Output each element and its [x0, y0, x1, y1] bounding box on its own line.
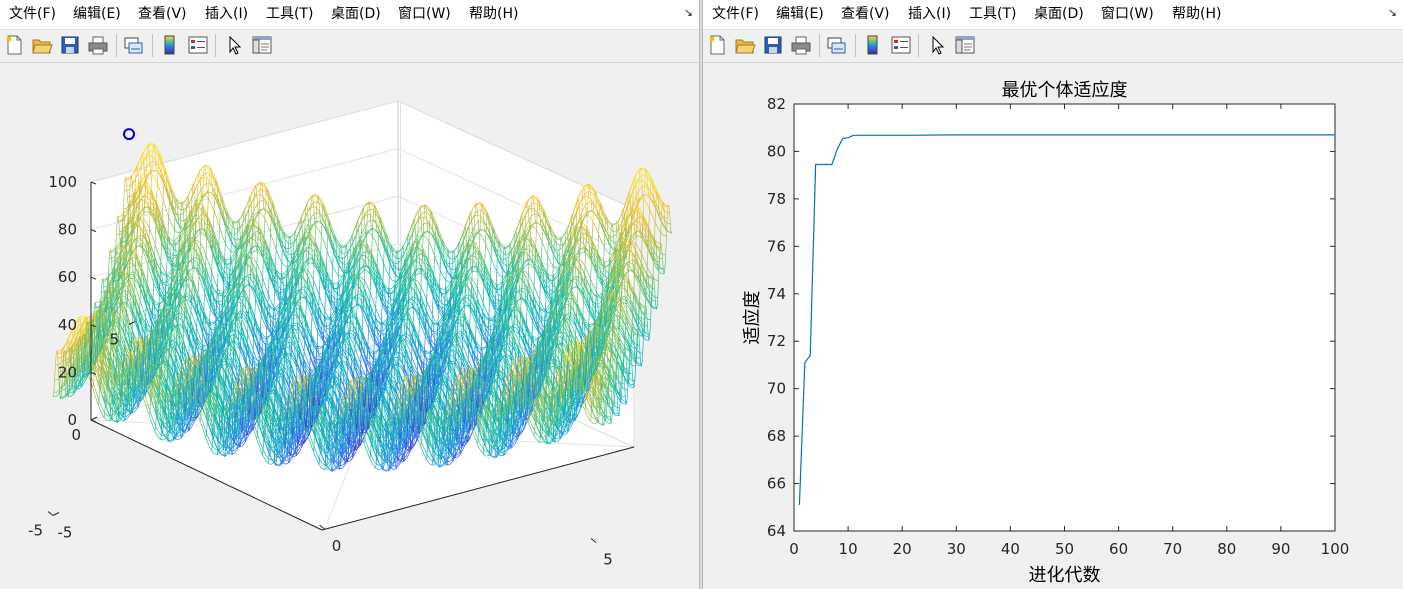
mesh-segment — [639, 187, 642, 190]
mesh-segment — [253, 246, 256, 247]
mesh-segment — [641, 198, 644, 200]
new-figure-icon[interactable] — [3, 34, 25, 56]
mesh-segment — [655, 222, 658, 228]
save-icon[interactable] — [59, 34, 81, 56]
mesh-segment — [150, 156, 153, 157]
mesh-segment — [650, 191, 653, 198]
mesh-segment — [652, 216, 655, 223]
property-editor-icon[interactable] — [251, 34, 273, 56]
mesh-segment — [368, 203, 371, 204]
surface-plot-area: 0 20 40 60 80 100 -5 0 5 -5 0 5 — [0, 63, 699, 589]
mesh-segment — [638, 198, 641, 199]
mesh-segment — [650, 209, 653, 216]
mesh-segment — [153, 162, 156, 163]
menu-window[interactable]: 窗口(W) — [398, 0, 451, 29]
pointer-icon[interactable] — [223, 34, 245, 56]
menu-view[interactable]: 查看(V) — [138, 0, 187, 29]
mesh-segment — [643, 169, 646, 171]
mesh-segment — [369, 202, 372, 203]
menu-insert[interactable]: 插入(I) — [205, 0, 248, 29]
mesh-segment — [257, 195, 260, 196]
mesh-segment — [644, 200, 647, 204]
mesh-segment — [658, 228, 661, 233]
print-icon[interactable] — [87, 34, 109, 56]
colorbar-icon[interactable] — [159, 34, 181, 56]
mesh-segment — [149, 151, 152, 153]
mesh-segment — [261, 209, 264, 210]
menu-edit[interactable]: 编辑(E) — [73, 0, 121, 29]
menu-help[interactable]: 帮助(H) — [469, 0, 518, 29]
legend-icon[interactable] — [187, 34, 209, 56]
menu-tools[interactable]: 工具(T) — [266, 0, 313, 29]
menu-desktop[interactable]: 桌面(D) — [331, 0, 381, 29]
mesh-segment — [367, 232, 370, 233]
mesh-segment — [147, 163, 150, 167]
mesh-segment — [641, 168, 644, 169]
link-plot-icon[interactable] — [122, 34, 144, 56]
figure-window-surface: 文件(F) 编辑(E) 查看(V) 插入(I) 工具(T) 桌面(D) 窗口(W… — [0, 0, 700, 589]
mesh-segment — [642, 180, 645, 182]
mesh-segment — [151, 145, 154, 146]
mesh-segment — [258, 184, 261, 185]
menu-bar: 文件(F) 编辑(E) 查看(V) 插入(I) 工具(T) 桌面(D) 窗口(W… — [0, 0, 699, 30]
toolbar-separator — [215, 34, 216, 57]
menu-file[interactable]: 文件(F) — [9, 0, 56, 29]
mesh-segment — [661, 233, 664, 236]
mesh-segment — [647, 204, 650, 210]
mesh-segment — [660, 198, 663, 203]
mesh-segment — [260, 201, 263, 202]
surface-plot: 020406080100-505-505 — [0, 63, 699, 589]
mesh-segment — [363, 255, 366, 256]
open-file-icon[interactable] — [31, 34, 53, 56]
dock-arrow-icon[interactable]: ↘ — [684, 6, 693, 20]
figure-toolbar — [0, 30, 699, 63]
mesh-segment — [641, 175, 644, 176]
toolbar-separator — [152, 34, 153, 57]
mesh-segment — [370, 209, 373, 210]
mesh-segment — [630, 192, 633, 200]
toolbar-separator — [116, 34, 117, 57]
mesh-segment — [256, 232, 259, 233]
mesh-segment — [254, 251, 257, 252]
mesh-segment — [649, 173, 652, 179]
